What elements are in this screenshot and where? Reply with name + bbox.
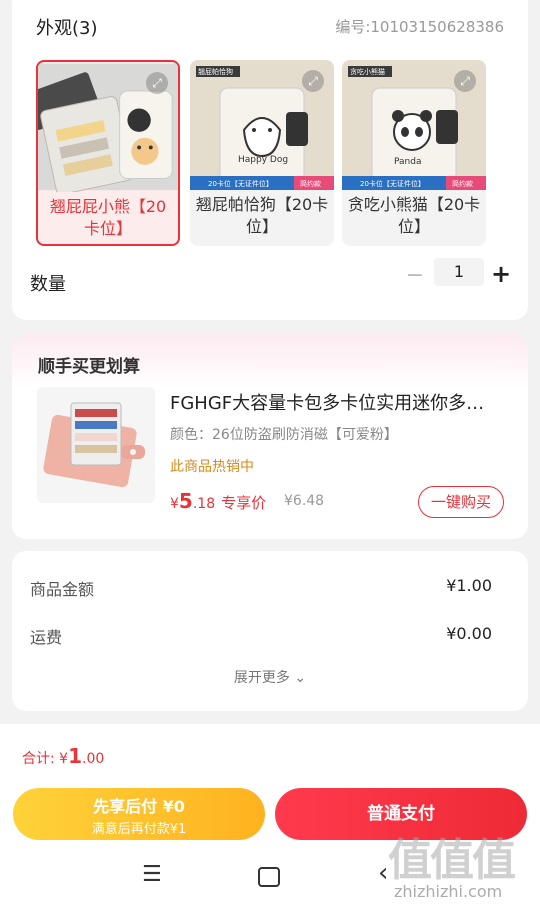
expand-icon[interactable]: ⤢ [146,72,168,94]
upsell-hot-badge: 此商品热销中 [170,459,254,475]
upsell-price: ¥5.18 专享价 [170,489,266,513]
summary-row-goods: 商品金额 ¥1.00 [30,576,492,600]
option-panda[interactable]: 贪吃小熊猫 Panda 20卡位【无证件位】 简约款 ⤢ 贪吃小熊猫【20卡位】 [342,60,486,246]
quantity-increase-button[interactable]: + [490,259,512,289]
menu-icon[interactable]: ☰ [142,862,162,887]
upsell-section: 顺手买更划算 FGHGF大容量卡包多卡位实用迷你多… 颜色：26位防盗刷防消磁【… [12,334,528,539]
appearance-title: 外观(3) [36,18,98,39]
upsell-product-name[interactable]: FGHGF大容量卡包多卡位实用迷你多… [170,389,510,415]
svg-text:20卡位【无证件位】: 20卡位【无证件位】 [208,179,273,188]
watermark: 值值值 zhizhizhi.com [388,824,528,908]
chevron-down-icon: ⌄ [294,670,307,686]
total-decimal: .00 [82,751,105,767]
svg-text:贪吃小熊猫: 贪吃小熊猫 [350,67,385,76]
home-icon[interactable] [258,867,280,887]
price-summary: 商品金额 ¥1.00 运费 ¥0.00 展开更多 ⌄ [12,551,528,711]
upsell-original-price: ¥6.48 [284,493,325,509]
back-icon[interactable]: ‹ [378,858,388,888]
price-integer: 5 [178,489,193,513]
expand-icon[interactable]: ⤢ [454,70,476,92]
one-click-buy-button[interactable]: 一键购买 [418,486,504,518]
svg-text:翘屁帕恰狗: 翘屁帕恰狗 [198,67,233,76]
price-decimal: .18 [192,496,216,512]
summary-label: 商品金额 [30,580,95,599]
pay-later-label: 先享后付 ¥0 [93,797,185,816]
expand-icon[interactable]: ⤢ [302,70,324,92]
svg-text:20卡位【无证件位】: 20卡位【无证件位】 [360,179,425,188]
quantity-label: 数量 [30,274,66,295]
summary-row-shipping: 运费 ¥0.00 [30,624,492,648]
pay-later-button[interactable]: 先享后付 ¥0 满意后再付款¥1 [13,788,265,840]
svg-text:简约款: 简约款 [452,179,473,188]
option-dog[interactable]: 翘屁帕恰狗 Happy Dog 20卡位【无证件位】 简约款 ⤢ 翘屁帕恰狗【2… [190,60,334,246]
quantity-input[interactable]: 1 [434,258,484,286]
upsell-title: 顺手买更划算 [38,357,140,377]
expand-more-toggle[interactable]: 展开更多 ⌄ [12,667,528,687]
price-symbol: ¥ [170,496,179,512]
option-bear[interactable]: ⤢ 翘屁屁小熊【20卡位】 [36,60,180,246]
summary-label: 运费 [30,628,63,647]
total-symbol: ¥ [59,751,69,767]
product-code: 编号:10103150628386 [335,18,504,36]
watermark-url: zhizhizhi.com [394,882,503,901]
summary-value: ¥1.00 [446,576,492,595]
option-panda-label: 贪吃小熊猫【20卡位】 [347,195,481,236]
option-bear-label: 翘屁屁小熊【20卡位】 [49,197,167,238]
upsell-product-image[interactable] [37,387,155,503]
checkout-bar: 合计: ¥1.00 先享后付 ¥0 满意后再付款¥1 普通支付 ☰ ‹ 值值值 … [0,724,540,908]
quantity-decrease-button[interactable]: − [404,261,426,291]
total-integer: 1 [68,744,83,768]
total-label: 合计: [22,751,60,767]
watermark-logo: 值值值 [388,835,516,886]
option-dog-label: 翘屁帕恰狗【20卡位】 [195,195,329,236]
upsell-product-spec: 颜色：26位防盗刷防消磁【可爱粉】 [170,427,398,443]
svg-text:简约款: 简约款 [300,179,321,188]
summary-value: ¥0.00 [446,624,492,643]
expand-more-label: 展开更多 [233,670,290,686]
svg-text:Panda: Panda [394,157,421,167]
order-total: 合计: ¥1.00 [22,744,104,768]
appearance-section: 外观(3) 编号:10103150628386 ⤢ 翘屁屁小熊【20卡位】 翘屁… [12,0,528,320]
svg-text:Happy Dog: Happy Dog [238,155,288,165]
price-tag: 专享价 [221,494,267,512]
pay-later-sublabel: 满意后再付款¥1 [91,822,187,837]
